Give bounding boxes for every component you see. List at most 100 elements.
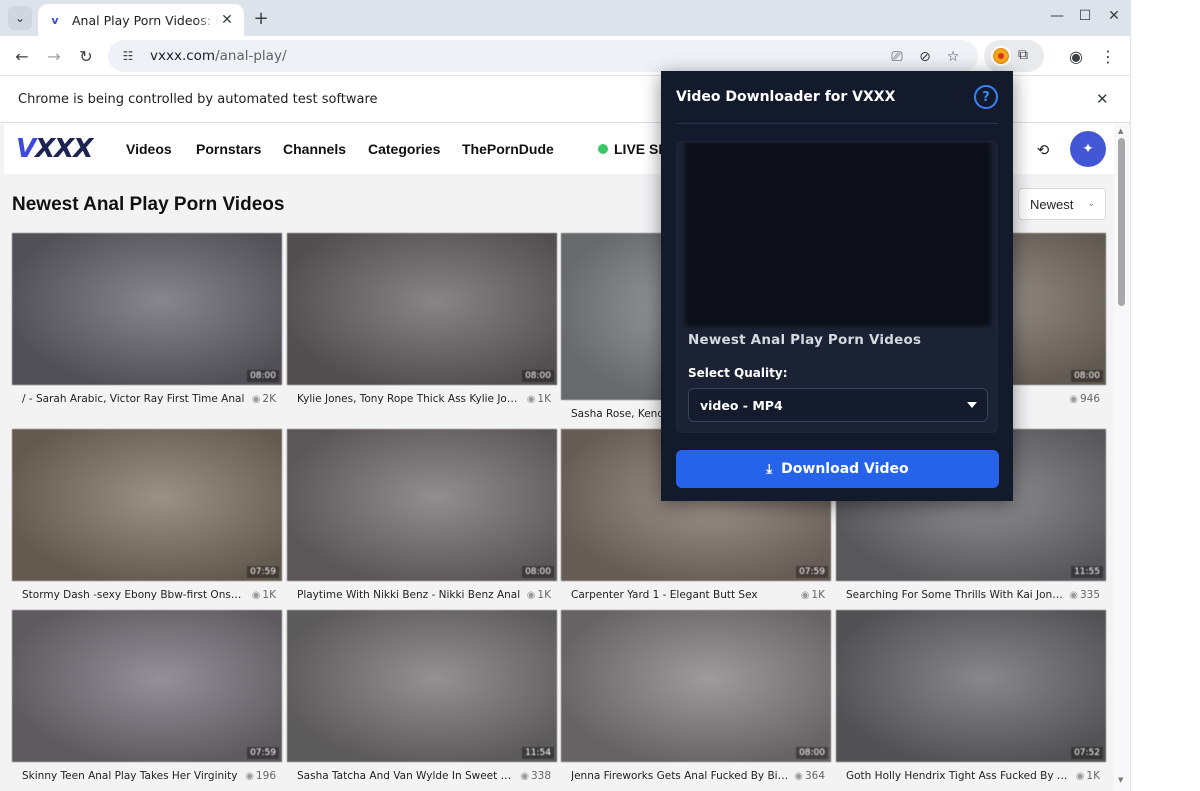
eye-icon: ◉ xyxy=(1069,590,1078,601)
eye-icon: ◉ xyxy=(251,394,261,405)
video-views: ◉ 1K xyxy=(801,589,825,601)
close-tab-icon[interactable]: ✕ xyxy=(218,11,236,29)
video-duration: 08:00 xyxy=(247,370,279,382)
views-count: 2K xyxy=(262,393,276,405)
views-count: 1K xyxy=(537,589,551,601)
extensions-puzzle-icon[interactable]: ⧉ xyxy=(1018,47,1028,63)
eye-icon: ◉ xyxy=(245,771,254,782)
address-bar[interactable]: ☷ vxxx.com/anal-play/ ⎚ ⊘ ☆ xyxy=(108,40,978,72)
video-meta: Goth Holly Hendrix Tight Ass Fucked By B… xyxy=(836,762,1106,790)
video-downloader-popup: Video Downloader for VXXX ? Newest Anal … xyxy=(661,71,1013,501)
video-title[interactable]: Skinny Teen Anal Play Takes Her Virginit… xyxy=(22,770,239,782)
video-duration: 11:55 xyxy=(1071,566,1103,578)
video-duration: 07:59 xyxy=(796,566,828,578)
video-duration: 07:52 xyxy=(1071,747,1103,759)
site-info-icon[interactable]: ☷ xyxy=(116,44,140,68)
video-duration: 11:54 xyxy=(522,747,554,759)
video-title[interactable]: / - Sarah Arabic, Victor Ray First Time … xyxy=(22,393,246,405)
video-views: ◉ 196 xyxy=(245,770,276,782)
back-icon[interactable]: ← xyxy=(10,44,34,68)
video-thumbnail[interactable]: 08:00 xyxy=(287,429,557,581)
video-thumbnail[interactable]: 08:00 xyxy=(561,610,831,762)
video-duration: 07:59 xyxy=(247,566,279,578)
video-duration: 08:00 xyxy=(1071,370,1103,382)
video-card[interactable]: 08:00 Playtime With Nikki Benz - Nikki Be… xyxy=(287,429,557,609)
video-meta: Playtime With Nikki Benz - Nikki Benz An… xyxy=(287,581,557,609)
eye-icon: ◉ xyxy=(251,590,261,601)
chevron-down-icon: ⌄ xyxy=(14,11,26,25)
video-card[interactable]: 07:59 Stormy Dash -sexy Ebony Bbw-first O… xyxy=(12,429,282,609)
eye-icon: ◉ xyxy=(1069,394,1078,405)
video-thumbnail[interactable]: 11:54 xyxy=(287,610,557,762)
views-count: 196 xyxy=(255,770,276,782)
infobar-close-icon[interactable]: ✕ xyxy=(1096,90,1109,108)
video-title[interactable]: Searching For Some Thrills With Kai Jone… xyxy=(846,589,1063,601)
quality-select[interactable]: video - MP4 xyxy=(688,388,988,422)
video-thumbnail[interactable]: 08:00 xyxy=(12,233,282,385)
video-meta: / - Sarah Arabic, Victor Ray First Time … xyxy=(12,385,282,413)
video-card[interactable]: 08:00/ - Sarah Arabic, Victor Ray First … xyxy=(12,233,282,413)
video-card[interactable]: 08:00 Kylie Jones, Tony Rope Thick Ass Ky… xyxy=(287,233,557,413)
video-title[interactable]: Sasha Tatcha And Van Wylde In Sweet Anal xyxy=(297,770,514,782)
video-meta: Carpenter Yard 1 - Elegant Butt Sex ◉ 1K xyxy=(561,581,831,609)
quality-value: video - MP4 xyxy=(700,397,783,413)
video-thumbnail[interactable]: 07:59 xyxy=(12,429,282,581)
scroll-up-icon[interactable]: ▲ xyxy=(1118,127,1123,135)
video-thumbnail[interactable]: 07:59 xyxy=(12,610,282,762)
views-count: 335 xyxy=(1079,589,1100,601)
close-window-icon[interactable]: ✕ xyxy=(1104,8,1124,24)
page-scrollbar[interactable]: ▲ ▼ xyxy=(1114,124,1130,791)
video-card[interactable]: 07:52 Goth Holly Hendrix Tight Ass Fucked… xyxy=(836,610,1106,790)
tab-search-button[interactable]: ⌄ xyxy=(8,6,32,30)
video-title[interactable]: Playtime With Nikki Benz - Nikki Benz An… xyxy=(297,589,521,601)
popup-title: Video Downloader for VXXX xyxy=(676,89,896,105)
video-title[interactable]: Jenna Fireworks Gets Anal Fucked By Big … xyxy=(571,770,788,782)
tab-favicon-icon: v xyxy=(51,13,59,27)
menu-kebab-icon[interactable]: ⋮ xyxy=(1096,44,1120,68)
video-meta: Kylie Jones, Tony Rope Thick Ass Kylie J… xyxy=(287,385,557,413)
video-duration: 08:00 xyxy=(522,566,554,578)
views-count: 1K xyxy=(537,393,551,405)
video-views: ◉ 364 xyxy=(794,770,825,782)
profile-icon[interactable]: ◉ xyxy=(1064,44,1088,68)
video-views: ◉ 1K xyxy=(252,589,276,601)
views-count: 364 xyxy=(804,770,825,782)
new-tab-button[interactable]: + xyxy=(250,7,272,29)
video-title[interactable]: Stormy Dash -sexy Ebony Bbw-first Onscre… xyxy=(22,589,246,601)
eye-off-icon[interactable]: ⊘ xyxy=(916,48,934,66)
minimize-icon[interactable]: — xyxy=(1047,8,1067,24)
video-views: ◉ 1K xyxy=(527,589,551,601)
video-card[interactable]: 08:00 Jenna Fireworks Gets Anal Fucked By… xyxy=(561,610,831,790)
tab-strip: ⌄ v Anal Play Porn Videos: Free ✕ + — ☐ … xyxy=(0,0,1130,36)
download-video-button[interactable]: ⤓ Download Video xyxy=(676,450,999,488)
eye-icon: ◉ xyxy=(1075,771,1085,782)
help-button[interactable]: ? xyxy=(974,85,998,109)
video-thumbnail[interactable]: 07:52 xyxy=(836,610,1106,762)
forward-icon[interactable]: → xyxy=(42,44,66,68)
desktop-background xyxy=(1131,0,1200,791)
video-card[interactable]: 11:54 Sasha Tatcha And Van Wylde In Sweet… xyxy=(287,610,557,790)
video-views: ◉ 1K xyxy=(527,393,551,405)
scroll-down-icon[interactable]: ▼ xyxy=(1118,776,1123,784)
browser-window: ⌄ v Anal Play Porn Videos: Free ✕ + — ☐ … xyxy=(0,0,1130,791)
video-thumbnail[interactable]: 08:00 xyxy=(287,233,557,385)
video-title[interactable]: Carpenter Yard 1 - Elegant Butt Sex xyxy=(571,589,795,601)
video-preview-card: Newest Anal Play Porn Videos Select Qual… xyxy=(676,141,998,433)
views-count: 1K xyxy=(811,589,825,601)
scroll-thumb[interactable] xyxy=(1118,138,1125,306)
views-count: 946 xyxy=(1079,393,1100,405)
quality-label: Select Quality: xyxy=(688,366,788,380)
video-title[interactable]: Goth Holly Hendrix Tight Ass Fucked By B… xyxy=(846,770,1070,782)
cast-icon[interactable]: ⎚ xyxy=(888,48,906,66)
active-tab[interactable]: v Anal Play Porn Videos: Free ✕ xyxy=(38,4,244,36)
infobar-text: Chrome is being controlled by automated … xyxy=(18,92,378,107)
maximize-icon[interactable]: ☐ xyxy=(1075,8,1095,24)
reload-icon[interactable]: ↻ xyxy=(74,44,98,68)
bookmark-star-icon[interactable]: ☆ xyxy=(944,48,962,66)
views-count: 1K xyxy=(1086,770,1100,782)
video-downloader-extension-icon[interactable] xyxy=(991,46,1011,66)
video-meta: Skinny Teen Anal Play Takes Her Virginit… xyxy=(12,762,282,790)
video-title[interactable]: Kylie Jones, Tony Rope Thick Ass Kylie J… xyxy=(297,393,521,405)
video-card[interactable]: 07:59 Skinny Teen Anal Play Takes Her Vir… xyxy=(12,610,282,790)
url-text: vxxx.com/anal-play/ xyxy=(150,48,287,64)
